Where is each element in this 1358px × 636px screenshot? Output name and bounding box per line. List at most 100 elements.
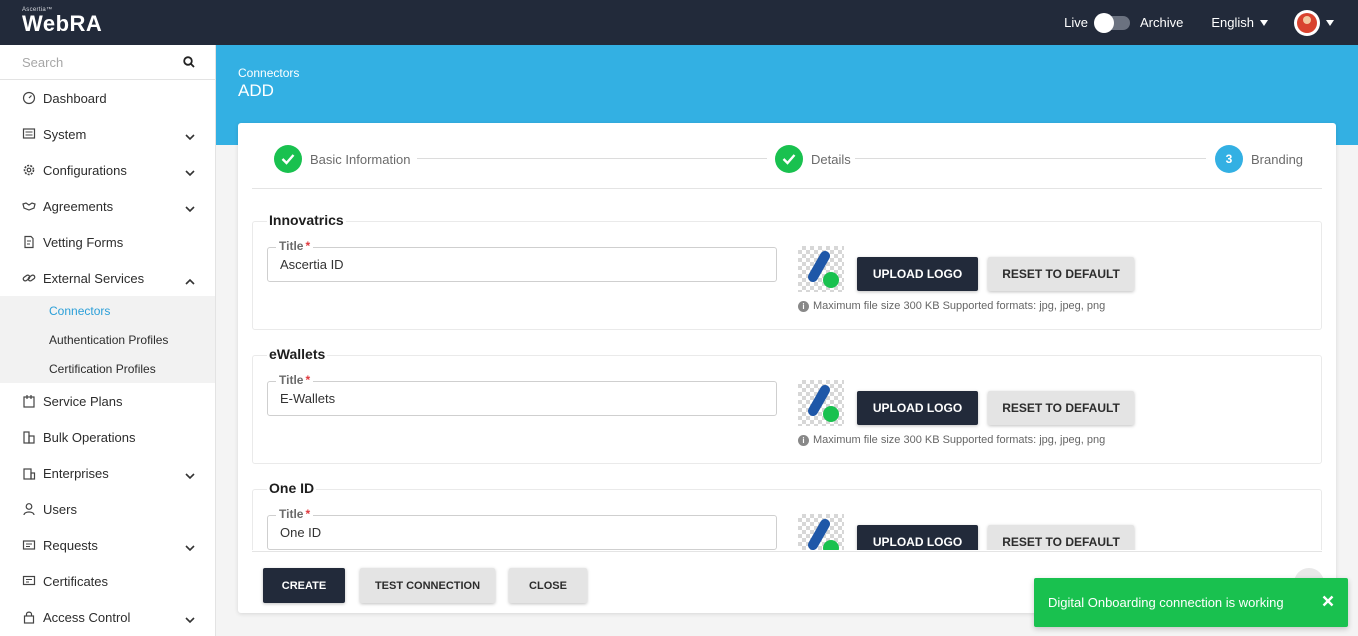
sidebar-search xyxy=(0,45,215,80)
field-label: Title * xyxy=(276,373,314,387)
reset-to-default-button[interactable]: RESET TO DEFAULT xyxy=(988,257,1134,291)
close-icon[interactable] xyxy=(1322,595,1334,610)
request-icon xyxy=(22,538,36,552)
step-basic-information[interactable]: Basic Information xyxy=(274,145,410,173)
sidebar-item-label: Configurations xyxy=(43,162,127,178)
upload-logo-button[interactable]: UPLOAD LOGO xyxy=(857,257,978,291)
sidebar-item-service-plans[interactable]: Service Plans xyxy=(0,383,215,419)
sidebar-item-certificates[interactable]: Certificates xyxy=(0,563,215,599)
step-number: 3 xyxy=(1215,145,1243,173)
toast-message: Digital Onboarding connection is working xyxy=(1048,595,1284,610)
step-branding[interactable]: 3 Branding xyxy=(1215,145,1303,173)
toggle-knob xyxy=(1094,12,1114,33)
reset-to-default-button[interactable]: RESET TO DEFAULT xyxy=(988,525,1134,550)
info-icon: i xyxy=(798,300,809,312)
sidebar-item-agreements[interactable]: Agreements xyxy=(0,188,215,224)
sidebar-item-label: System xyxy=(43,126,87,142)
info-icon: i xyxy=(798,434,809,446)
user-icon xyxy=(22,502,36,516)
chevron-down-icon xyxy=(185,468,195,483)
caret-down-icon xyxy=(1260,19,1268,26)
connector-logo-preview xyxy=(798,514,844,550)
step-connector-line xyxy=(855,158,1206,159)
archive-label: Archive xyxy=(1140,15,1184,30)
step-connector-line xyxy=(417,158,767,159)
language-label: English xyxy=(1211,15,1254,30)
close-button[interactable]: CLOSE xyxy=(509,568,587,603)
sidebar-item-requests[interactable]: Requests xyxy=(0,527,215,563)
link-icon xyxy=(22,271,36,285)
step-details[interactable]: Details xyxy=(775,145,851,173)
brand-name: WebRA xyxy=(22,11,103,36)
page-title: ADD xyxy=(238,81,274,100)
sidebar-item-label: Enterprises xyxy=(43,465,109,481)
test-connection-button[interactable]: TEST CONNECTION xyxy=(360,568,495,603)
branding-section-innovatrics: Innovatrics Title* UPLOAD LOGO RESET TO … xyxy=(252,212,1322,330)
connector-logo-preview xyxy=(798,246,844,292)
sidebar-item-configurations[interactable]: Configurations xyxy=(0,152,215,188)
title-input[interactable] xyxy=(268,248,776,281)
dashboard-icon xyxy=(22,91,36,105)
branding-scroll-area[interactable]: Innovatrics Title* UPLOAD LOGO RESET TO … xyxy=(238,190,1336,550)
success-toast: Digital Onboarding connection is working xyxy=(1034,578,1348,627)
language-selector[interactable]: English xyxy=(1211,15,1268,30)
sidebar-item-access-control[interactable]: Access Control xyxy=(0,599,215,635)
sidebar: Dashboard System Configurations Agreemen… xyxy=(0,45,216,636)
upload-logo-button[interactable]: UPLOAD LOGO xyxy=(857,391,978,425)
top-bar: Ascertia™ WebRA Live Archive English xyxy=(0,0,1358,45)
plans-icon xyxy=(22,394,36,408)
sidebar-item-external-services[interactable]: External Services xyxy=(0,260,215,296)
section-title: Innovatrics xyxy=(267,212,346,228)
caret-down-icon xyxy=(1326,19,1334,26)
title-input[interactable] xyxy=(268,382,776,415)
external-services-submenu: Connectors Authentication Profiles Certi… xyxy=(0,296,215,383)
form-icon xyxy=(22,235,36,249)
chevron-up-icon xyxy=(185,273,195,288)
chevron-down-icon xyxy=(185,612,195,627)
field-label: Title * xyxy=(276,507,314,521)
reset-to-default-button[interactable]: RESET TO DEFAULT xyxy=(988,391,1134,425)
step-label: Basic Information xyxy=(310,151,411,167)
title-field: Title * xyxy=(267,239,777,282)
live-archive-toggle[interactable] xyxy=(1094,12,1130,33)
upload-logo-button[interactable]: UPLOAD LOGO xyxy=(857,525,978,550)
sidebar-item-bulk-operations[interactable]: Bulk Operations xyxy=(0,419,215,455)
sidebar-item-label: Certificates xyxy=(43,573,109,589)
step-label: Branding xyxy=(1251,151,1304,167)
sidebar-subitem-connectors[interactable]: Connectors xyxy=(0,296,215,325)
sidebar-subitem-authentication-profiles[interactable]: Authentication Profiles xyxy=(0,325,215,354)
step-label: Details xyxy=(811,151,851,167)
chevron-down-icon xyxy=(185,165,195,180)
enterprise-icon xyxy=(22,466,36,480)
check-icon xyxy=(775,145,803,173)
connector-form-card: Basic Information Details 3 Branding Inn… xyxy=(238,123,1336,613)
sidebar-item-vetting-forms[interactable]: Vetting Forms xyxy=(0,224,215,260)
check-icon xyxy=(274,145,302,173)
section-title: eWallets xyxy=(267,346,328,362)
sidebar-item-enterprises[interactable]: Enterprises xyxy=(0,455,215,491)
handshake-icon xyxy=(22,199,36,213)
sidebar-item-system[interactable]: System xyxy=(0,116,215,152)
system-icon xyxy=(22,127,36,141)
chevron-down-icon xyxy=(185,540,195,555)
breadcrumb[interactable]: Connectors xyxy=(238,66,299,80)
stepper: Basic Information Details 3 Branding xyxy=(252,123,1322,189)
sidebar-item-label: External Services xyxy=(43,270,145,286)
sidebar-subitem-certification-profiles[interactable]: Certification Profiles xyxy=(0,354,215,383)
section-title: One ID xyxy=(267,480,317,496)
connector-logo-preview xyxy=(798,380,844,426)
create-button[interactable]: CREATE xyxy=(263,568,345,603)
app-logo[interactable]: Ascertia™ WebRA xyxy=(22,7,102,35)
title-input[interactable] xyxy=(268,516,776,549)
lock-icon xyxy=(22,610,36,624)
user-menu[interactable] xyxy=(1268,9,1334,36)
chevron-down-icon xyxy=(185,201,195,216)
top-right-controls: Live Archive English xyxy=(1064,0,1334,45)
search-icon[interactable] xyxy=(183,56,195,71)
sidebar-item-users[interactable]: Users xyxy=(0,491,215,527)
gear-icon xyxy=(22,163,36,177)
sidebar-item-dashboard[interactable]: Dashboard xyxy=(0,80,215,116)
bulk-icon xyxy=(22,430,36,444)
sidebar-item-label: Dashboard xyxy=(43,90,107,106)
chevron-down-icon xyxy=(185,129,195,144)
